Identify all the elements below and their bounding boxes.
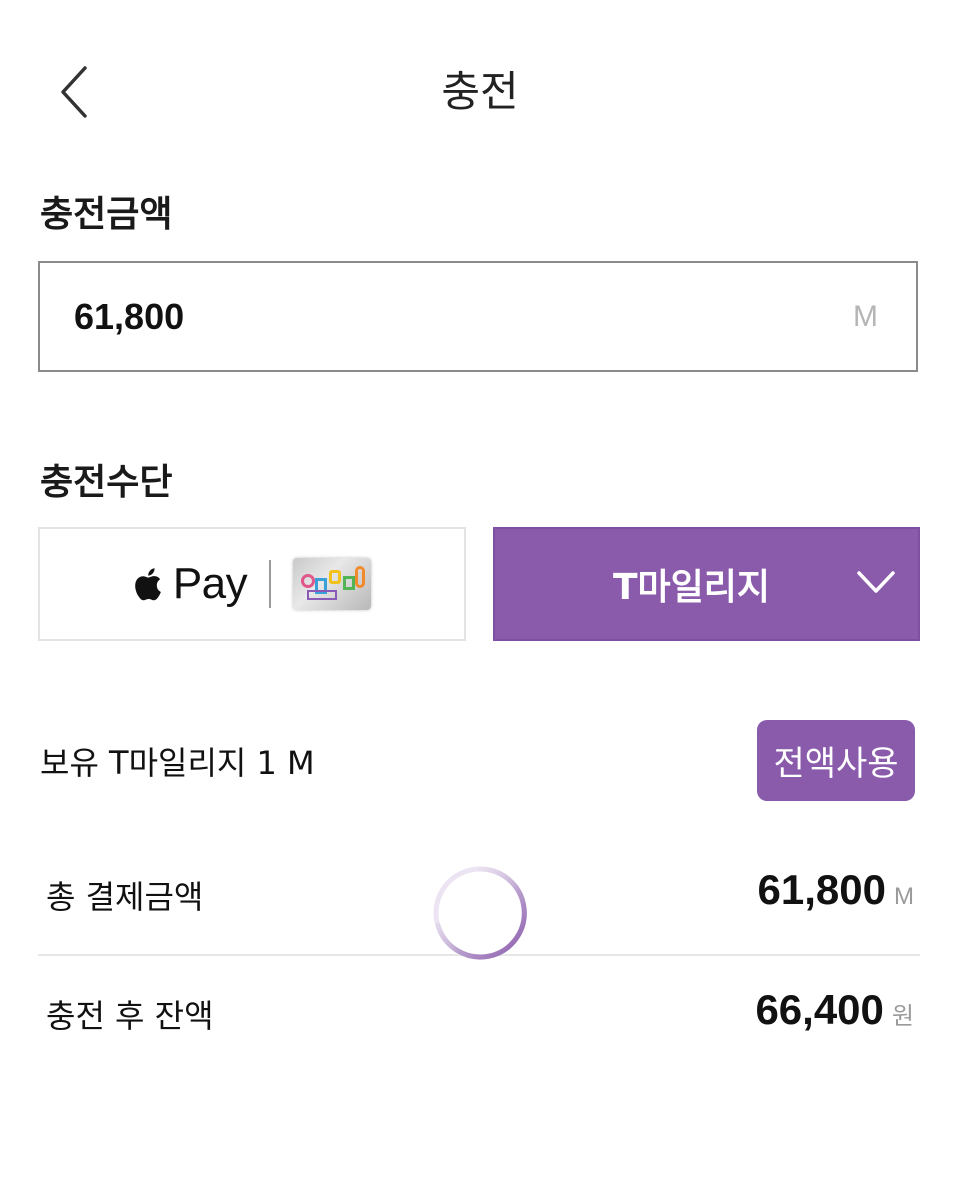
pay-divider: [269, 560, 272, 608]
page-title: 충전: [441, 67, 519, 116]
apple-pay-option[interactable]: Pay: [38, 527, 466, 641]
amount-unit: M: [853, 299, 878, 333]
card-image: [293, 558, 372, 610]
mileage-balance-label: 보유 T마일리지 1 M: [40, 744, 315, 782]
use-all-button[interactable]: 전액사용: [757, 720, 915, 801]
apple-pay-text: Pay: [172, 559, 248, 608]
balance-after-label: 충전 후 잔액: [46, 997, 214, 1035]
apple-pay-logo: Pay: [133, 559, 248, 609]
method-section-label: 충전수단: [40, 462, 173, 503]
spinner-icon: [430, 863, 530, 963]
apple-icon: [135, 568, 161, 601]
balance-after-amount: 66,400: [755, 986, 884, 1033]
payment-method-dropdown[interactable]: T마일리지: [493, 527, 920, 641]
amount-input[interactable]: 61,800 M: [38, 261, 918, 372]
total-payment-unit: M: [894, 883, 914, 910]
balance-after-unit: 원: [891, 1003, 914, 1030]
total-payment-label: 총 결제금액: [46, 878, 204, 916]
amount-value: 61,800: [74, 295, 185, 337]
selected-method-label: T마일리지: [612, 567, 771, 608]
total-payment-amount: 61,800: [757, 866, 886, 913]
total-payment-value: 61,800 M: [758, 866, 914, 914]
chevron-down-icon: [857, 571, 895, 593]
amount-section-label: 충전금액: [40, 194, 173, 235]
balance-after-value: 66,400 원: [755, 986, 914, 1034]
